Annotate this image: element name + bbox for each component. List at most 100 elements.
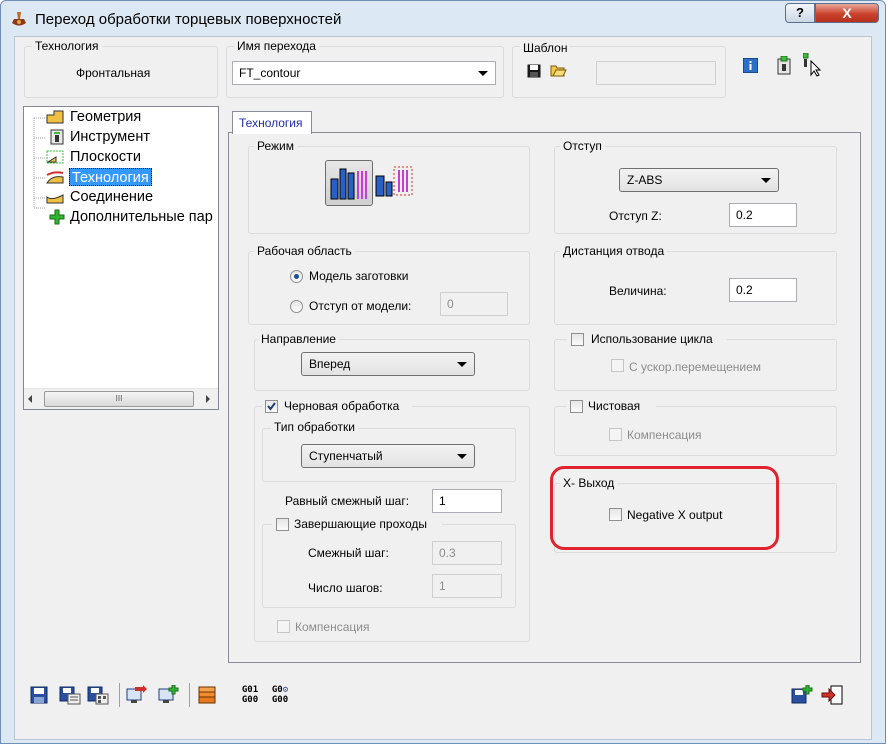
title-bar: Переход обработки торцевых поверхностей … <box>1 1 885 37</box>
tree-item-label: Плоскости <box>70 149 141 165</box>
retract-value-field[interactable]: 0.2 <box>729 278 797 302</box>
g01-bottom-text: G00 <box>241 695 259 705</box>
offset-combo[interactable]: Z-ABS <box>619 168 779 192</box>
retract-value-label: Величина: <box>609 284 667 298</box>
technology-icon <box>46 171 64 184</box>
layers-icon[interactable] <box>197 685 219 705</box>
app-icon <box>12 12 26 26</box>
tree-item-label: Дополнительные пар <box>70 209 213 225</box>
retract-label: Дистанция отвода <box>560 244 668 258</box>
num-steps-field: 1 <box>432 574 502 598</box>
save-as-icon[interactable] <box>59 685 81 705</box>
cycle-label: Использование цикла <box>591 332 713 346</box>
rapid-move-label: С ускор.перемещением <box>629 360 762 374</box>
radio-offset-model-label: Отступ от модели: <box>309 299 412 313</box>
highlight-ring <box>550 466 779 550</box>
tree-item-label: Технология <box>69 168 152 186</box>
radio-offset-model[interactable] <box>290 300 303 313</box>
technology-value: Фронтальная <box>76 66 151 80</box>
tree-item-label: Геометрия <box>70 109 142 125</box>
g0-bottom-text: G00 <box>271 695 289 705</box>
stepped-mode-icon <box>330 168 367 200</box>
exit-icon[interactable] <box>821 685 843 705</box>
work-area-label: Рабочая область <box>254 244 355 258</box>
template-label: Шаблон <box>520 41 571 55</box>
rough-compensation-label: Компенсация <box>295 620 370 634</box>
toolbar-separator <box>119 683 120 707</box>
finish-compensation-label: Компенсация <box>627 428 702 442</box>
g01-top-text: G01 <box>241 685 259 695</box>
finish-checkbox[interactable] <box>570 400 583 413</box>
g01-button[interactable]: G01 G00 <box>238 685 262 705</box>
check-icon <box>267 402 276 411</box>
connection-icon <box>46 194 64 204</box>
rough-compensation-checkbox <box>277 620 290 633</box>
finish-label: Чистовая <box>588 399 641 413</box>
num-steps-label: Число шагов: <box>308 581 383 595</box>
adj-step-label: Смежный шаг: <box>308 546 389 560</box>
direction-value: Вперед <box>309 357 351 371</box>
g0-button[interactable]: G0⚙ G00 <box>268 685 292 705</box>
rough-header: Черновая обработка <box>262 398 412 416</box>
tree-horizontal-scrollbar[interactable]: III <box>24 388 218 409</box>
geometry-icon <box>46 110 64 124</box>
machining-type-value: Ступенчатый <box>309 449 383 463</box>
tool-icon <box>50 129 64 145</box>
technology-label: Технология <box>32 39 102 53</box>
mode-button-stepped[interactable] <box>325 160 373 206</box>
direction-combo[interactable]: Вперед <box>301 352 475 376</box>
tab-technology[interactable]: Технология <box>232 111 312 134</box>
rough-checkbox[interactable] <box>265 400 278 413</box>
equal-step-label: Равный смежный шаг: <box>285 494 410 508</box>
close-button[interactable]: X <box>815 3 879 23</box>
parallel-mode-icon <box>375 166 413 197</box>
info-icon[interactable] <box>743 58 758 73</box>
machining-type-label: Тип обработки <box>271 420 358 434</box>
scroll-thumb[interactable]: III <box>44 391 194 407</box>
add-program-icon[interactable] <box>157 685 179 705</box>
finish-compensation-checkbox <box>609 428 622 441</box>
tool-select-icon[interactable] <box>803 53 823 77</box>
finish-header: Чистовая <box>566 398 656 416</box>
offset-model-field: 0 <box>440 292 508 316</box>
cycle-checkbox[interactable] <box>571 333 584 346</box>
cycle-header: Использование цикла <box>567 331 727 349</box>
radio-stock-model-label: Модель заготовки <box>309 269 409 283</box>
mode-button-parallel[interactable] <box>374 164 416 200</box>
save-add-icon[interactable] <box>791 685 813 705</box>
finish-passes-header: Завершающие проходы <box>272 516 442 534</box>
tree-item-label: Инструмент <box>70 129 150 145</box>
window-title: Переход обработки торцевых поверхностей <box>35 11 342 28</box>
offset-combo-value: Z-ABS <box>627 173 663 187</box>
offset-z-field[interactable]: 0.2 <box>729 203 797 227</box>
mode-label: Режим <box>254 139 297 153</box>
save-icon[interactable] <box>29 685 51 705</box>
chevron-down-icon <box>457 454 467 459</box>
pass-name-combo[interactable]: FT_contour <box>232 61 496 85</box>
chevron-down-icon <box>457 362 467 367</box>
help-button[interactable]: ? <box>785 3 815 23</box>
finish-passes-label: Завершающие проходы <box>294 517 428 531</box>
pass-name-value: FT_contour <box>239 66 301 80</box>
template-field <box>596 61 716 85</box>
scroll-left-arrow[interactable] <box>28 395 32 403</box>
save-template-icon[interactable] <box>527 64 541 78</box>
save-all-icon[interactable] <box>87 685 109 705</box>
direction-label: Направление <box>258 332 339 346</box>
chevron-down-icon <box>478 71 488 76</box>
export-program-icon[interactable] <box>125 685 147 705</box>
open-template-icon[interactable] <box>550 63 567 78</box>
tool-info-icon[interactable] <box>777 56 791 75</box>
pass-name-label: Имя перехода <box>234 39 319 53</box>
radio-stock-model[interactable] <box>290 270 303 283</box>
scroll-right-arrow[interactable] <box>206 395 210 403</box>
offset-z-label: Отступ Z: <box>609 209 662 223</box>
chevron-down-icon <box>761 178 771 183</box>
rapid-move-checkbox <box>611 359 624 372</box>
planes-icon <box>46 150 64 164</box>
equal-step-field[interactable]: 1 <box>432 489 502 513</box>
offset-label: Отступ <box>560 139 605 153</box>
finish-passes-checkbox[interactable] <box>276 518 289 531</box>
adj-step-field: 0.3 <box>432 541 502 565</box>
machining-type-combo[interactable]: Ступенчатый <box>301 444 475 468</box>
